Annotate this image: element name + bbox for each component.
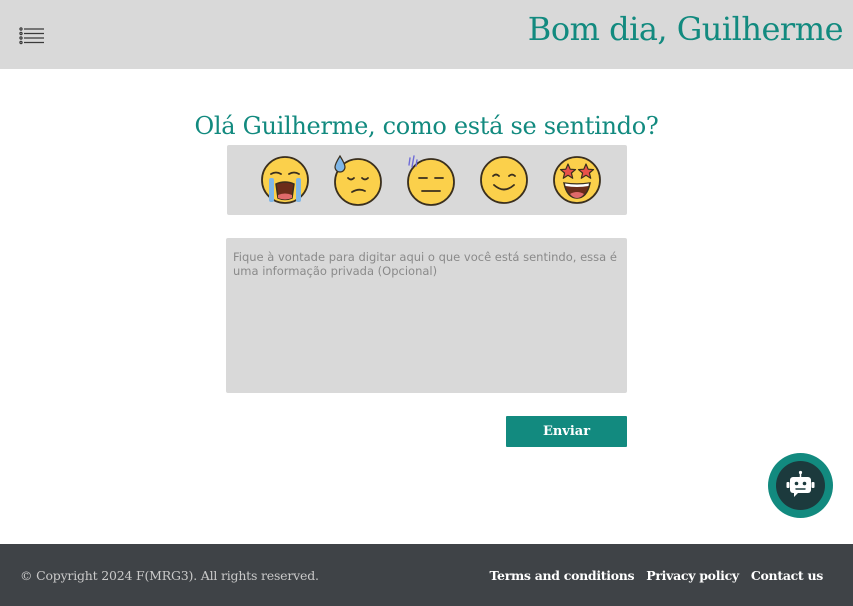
greeting-title: Bom dia, Guilherme: [527, 10, 844, 48]
copyright-text: © Copyright 2024 F(MRG3). All rights res…: [20, 568, 319, 583]
mood-option-very-happy[interactable]: [551, 154, 603, 206]
list-menu-icon: [19, 27, 44, 45]
loudly-crying-face-icon: [261, 156, 309, 204]
expressionless-face-icon: [407, 155, 455, 206]
menu-button[interactable]: [19, 27, 45, 45]
top-header: Bom dia, Guilherme: [0, 0, 853, 69]
mood-selector: [227, 145, 627, 215]
contact-us-link[interactable]: Contact us: [751, 568, 823, 583]
mood-option-sad[interactable]: [332, 154, 384, 206]
footer-links: Terms and conditions Privacy policy Cont…: [489, 568, 823, 583]
sad-sweat-face-icon: [334, 154, 382, 206]
privacy-policy-link[interactable]: Privacy policy: [646, 568, 739, 583]
feeling-textarea[interactable]: [226, 238, 627, 393]
send-button[interactable]: Enviar: [506, 416, 627, 447]
page-footer: © Copyright 2024 F(MRG3). All rights res…: [0, 544, 853, 606]
terms-link[interactable]: Terms and conditions: [489, 568, 634, 583]
robot-icon: [786, 470, 815, 497]
mood-question: Olá Guilherme, como está se sentindo?: [194, 112, 659, 140]
star-struck-face-icon: [553, 156, 601, 204]
smiling-face-icon: [480, 156, 528, 204]
mood-option-neutral[interactable]: [405, 154, 457, 206]
chatbot-icon-circle: [776, 461, 825, 510]
chatbot-button[interactable]: [768, 453, 833, 518]
mood-option-very-sad[interactable]: [259, 154, 311, 206]
mood-option-happy[interactable]: [478, 154, 530, 206]
